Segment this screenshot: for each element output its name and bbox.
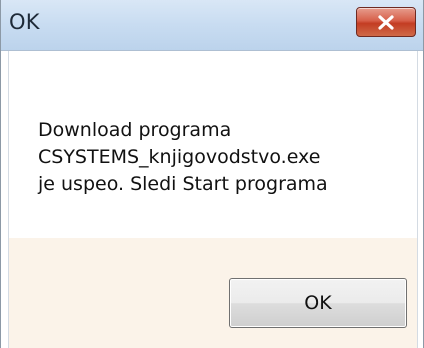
message-line: CSYSTEMS_knjigovodstvo.exe (38, 146, 321, 168)
close-icon (378, 15, 394, 30)
message-line: je uspeo. Sledi Start programa (38, 173, 328, 195)
dialog-body: Download programa CSYSTEMS_knjigovodstvo… (8, 51, 418, 348)
message-text: Download programa CSYSTEMS_knjigovodstvo… (38, 117, 328, 198)
message-dialog: OK Download programa CSYSTEMS_knjigovods… (0, 0, 424, 348)
window-title: OK (9, 10, 40, 34)
ok-button[interactable]: OK (229, 278, 407, 328)
message-line: Download programa (38, 119, 232, 141)
close-button[interactable] (356, 7, 416, 37)
button-area: OK (9, 238, 417, 348)
title-bar[interactable]: OK (1, 0, 423, 51)
